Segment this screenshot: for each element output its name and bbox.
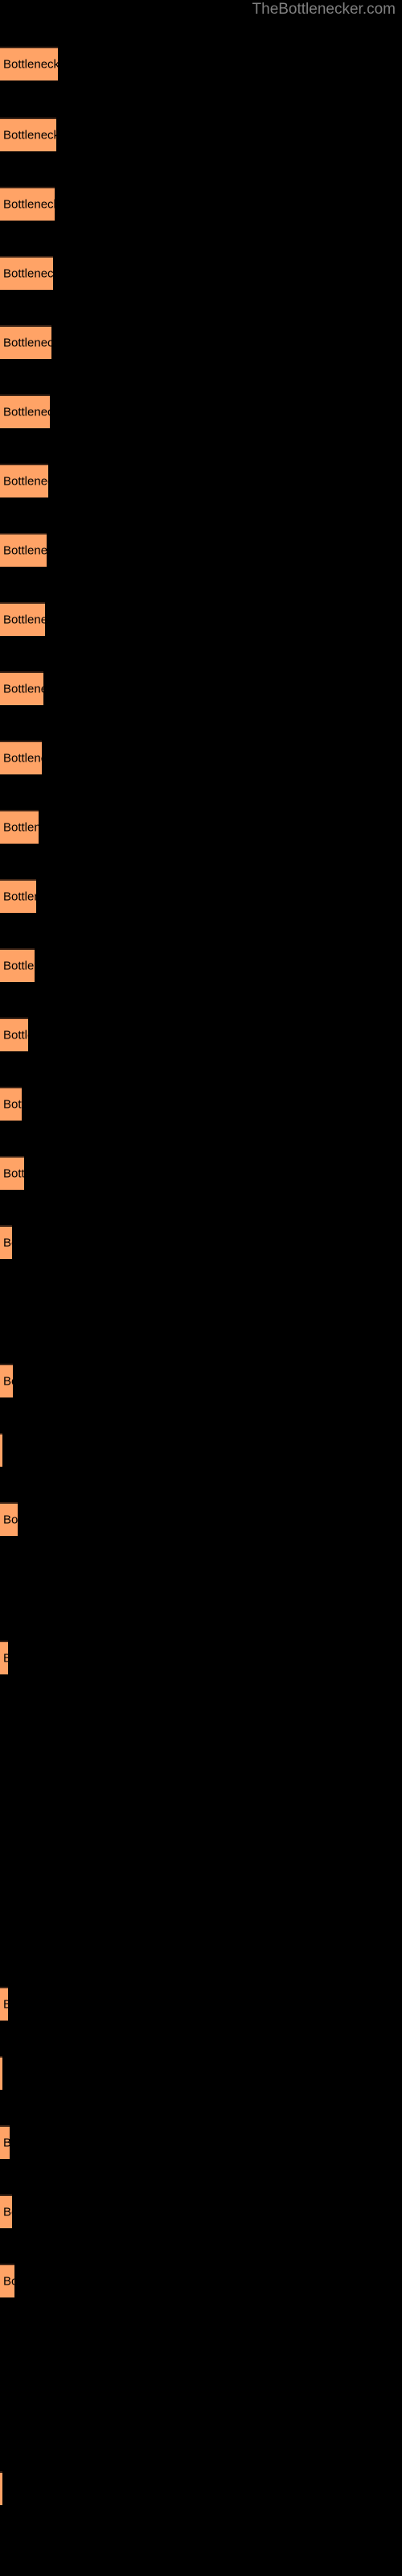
bar: Bottleneck result — [0, 1225, 12, 1259]
bar-value-label: Bottleneck result — [3, 128, 56, 142]
bar: Bottleneck result — [0, 187, 55, 221]
bar: Bottleneck result — [0, 118, 56, 151]
bar: Bottleneck result — [0, 1087, 22, 1121]
bar: Bottleneck result — [0, 256, 53, 290]
bar-value-label: Bottleneck result — [3, 2274, 14, 2289]
bar: Bottleneck result — [0, 948, 35, 982]
bar: Bottleneck result — [0, 1641, 8, 1674]
bar: Bottleneck result — [0, 325, 51, 359]
bar: Bottleneck result — [0, 533, 47, 567]
bar: Bottleneck result — [0, 741, 42, 774]
bar: Bottleneck result — [0, 1018, 28, 1051]
bar-value-label: Bottleneck result — [3, 959, 35, 973]
bar-value-label: Bottleneck result — [3, 405, 50, 419]
bar: Bottleneck result — [0, 879, 36, 913]
bar-value-label: Bottleneck result — [3, 1166, 24, 1181]
bar-value-label: Bottleneck result — [3, 57, 58, 72]
bar-value-label: Bottleneck result — [3, 1652, 8, 1666]
bar-value-label: Bottleneck result — [3, 820, 39, 835]
bar: Bottleneck result — [0, 1502, 18, 1536]
bar-value-label: Bottleneck result — [3, 197, 55, 212]
bar-value-label: Bottleneck result — [3, 2205, 12, 2219]
bar: Bottleneck result — [0, 2056, 2, 2090]
bar-value-label: Bottleneck result — [3, 2136, 10, 2150]
bar: Bottleneck result — [0, 671, 43, 705]
bar: Bottleneck result — [0, 1364, 13, 1397]
bar-value-label: Bottleneck result — [3, 682, 43, 696]
bar-value-label: Bottleneck result — [3, 543, 47, 558]
bar-value-label: Bottleneck result — [3, 1028, 28, 1042]
bar-chart: TheBottlenecker.com Bottleneck resultBot… — [0, 0, 402, 2576]
bar-value-label: Bottleneck result — [3, 890, 36, 904]
bar-value-label: Bottleneck result — [3, 266, 53, 281]
bar: Bottleneck result — [0, 1433, 2, 1467]
bar-value-label: Bottleneck result — [3, 1374, 13, 1389]
bars-layer: Bottleneck result Bottleneck result Bottle… — [0, 0, 402, 2576]
bar: Bottleneck result — [0, 47, 58, 80]
bar-value-label: Bottleneck result — [3, 336, 51, 350]
bar: Bottleneck result — [0, 2125, 10, 2159]
bar-value-label: Bottleneck result — [3, 1513, 18, 1527]
bar: Bottleneck result — [0, 1987, 8, 2021]
bar-value-label: Bottleneck result — [3, 613, 45, 627]
bar-value-label: Bottleneck result — [3, 1998, 8, 2012]
bar: Bottleneck result — [0, 602, 45, 636]
bar-value-label: Bottleneck result — [3, 1097, 22, 1112]
bar: Bottleneck result — [0, 2194, 12, 2228]
bar-value-label: Bottleneck result — [3, 474, 48, 489]
bar-value-label: Bottleneck result — [3, 1236, 12, 1250]
bar: Bottleneck result — [0, 2264, 14, 2297]
bar: Bottleneck result — [0, 1156, 24, 1190]
bar: Bottleneck result — [0, 394, 50, 428]
bar: Bottleneck result — [0, 810, 39, 844]
bar: Bottleneck result — [0, 464, 48, 497]
bar: Bottleneck result — [0, 2471, 2, 2505]
bar-value-label: Bottleneck result — [3, 751, 42, 766]
